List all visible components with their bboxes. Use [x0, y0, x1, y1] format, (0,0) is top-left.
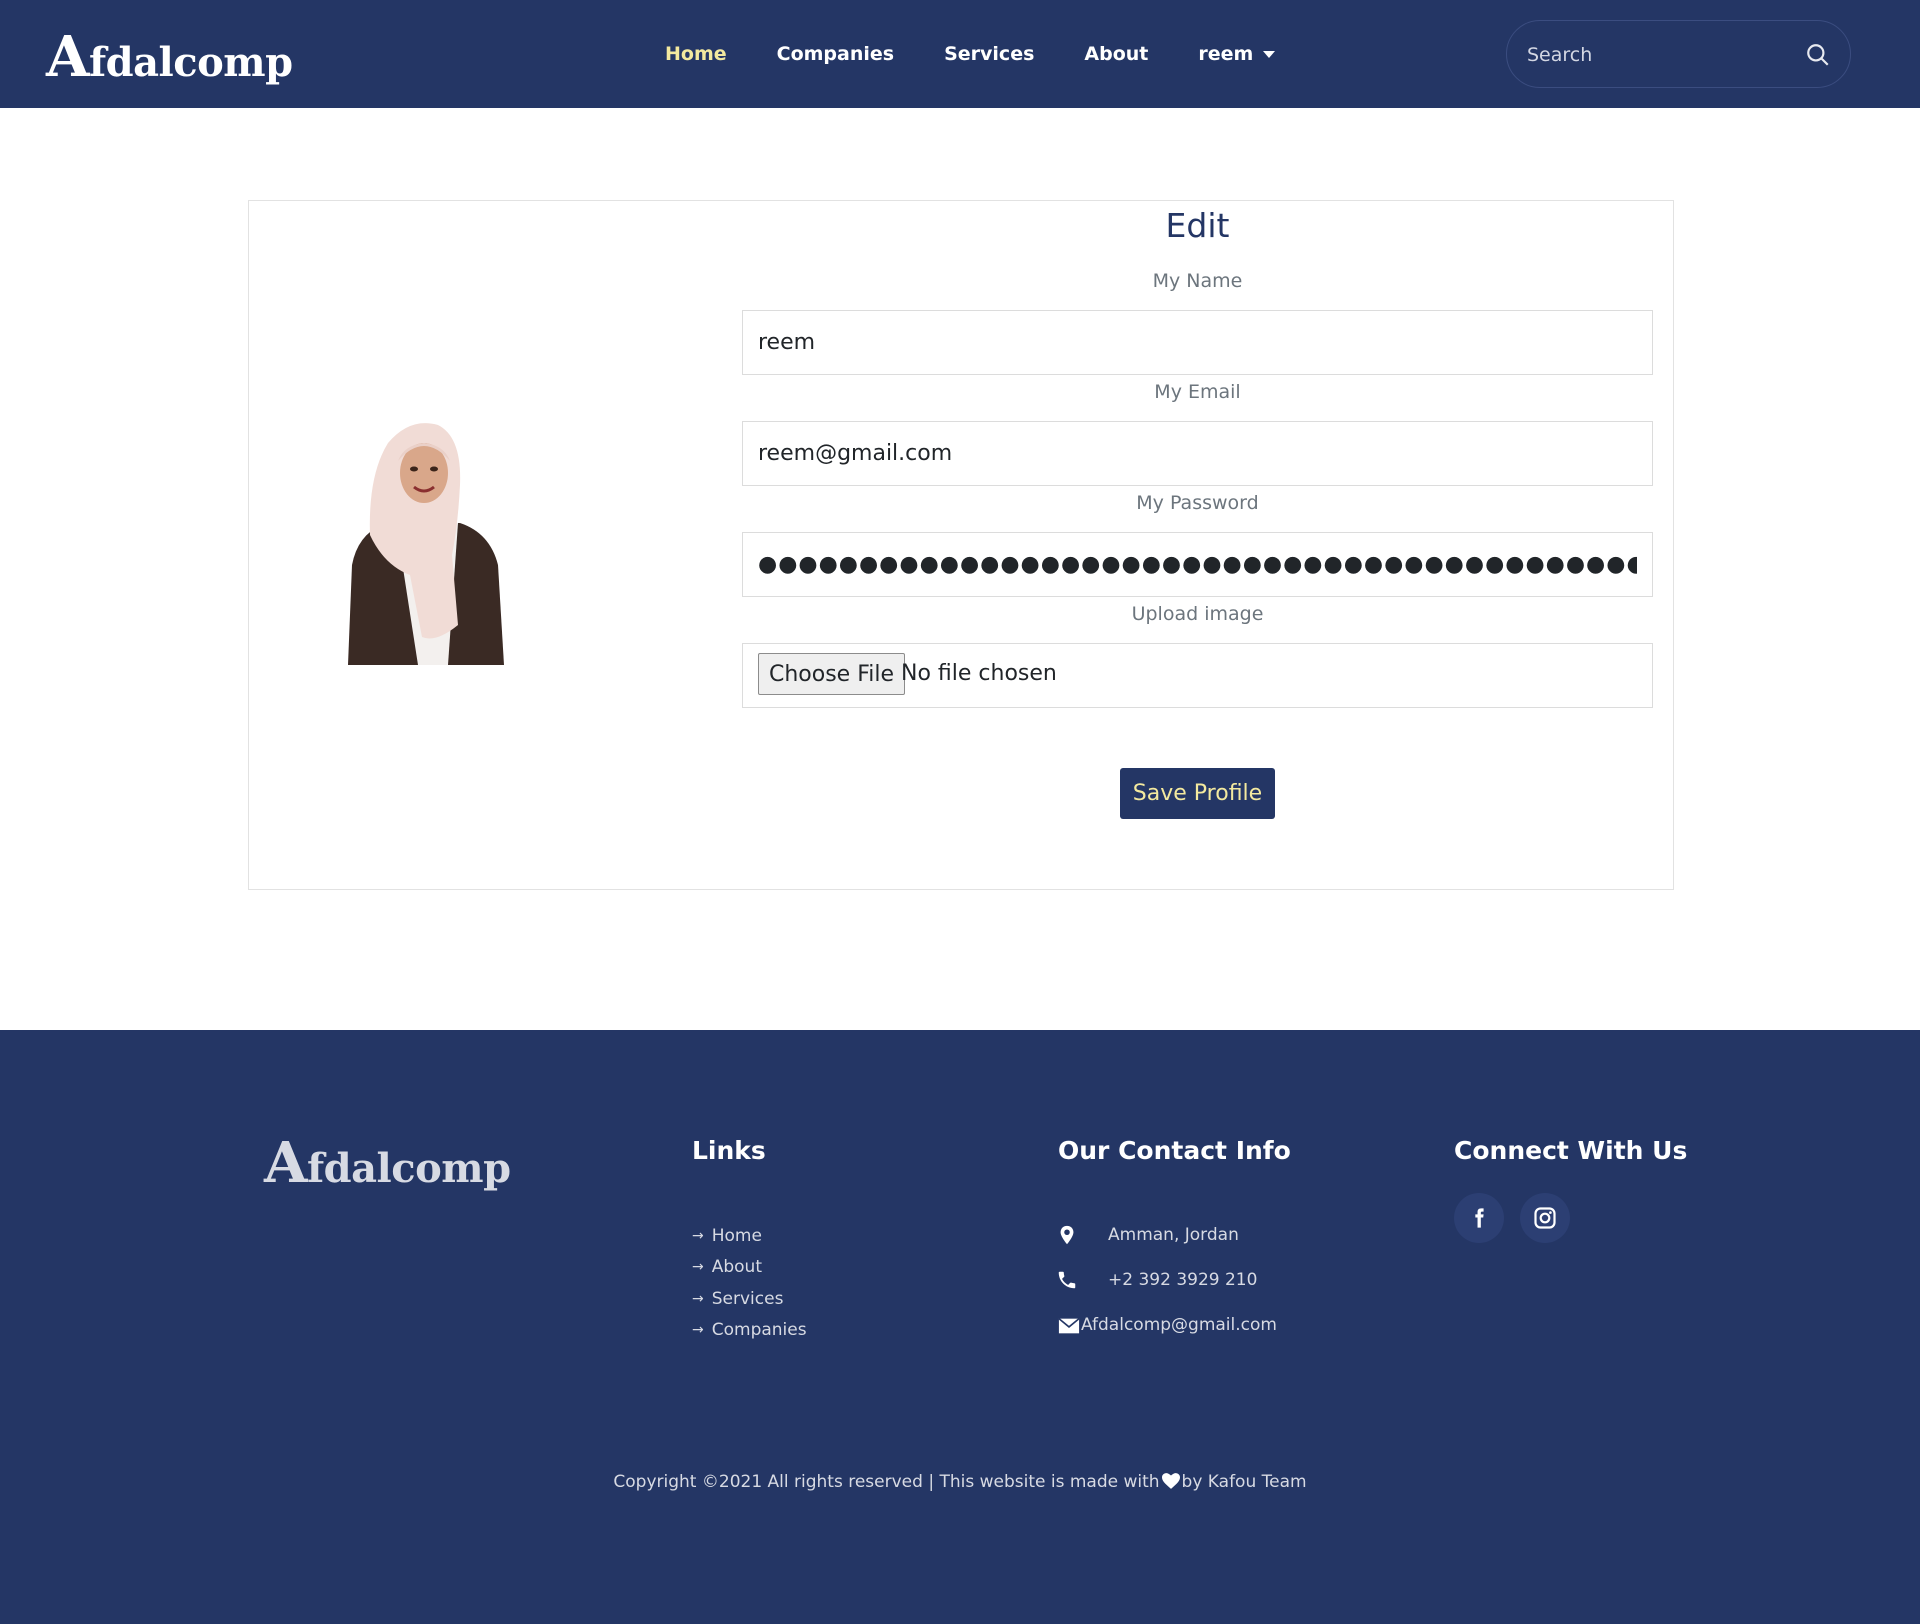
form-title: Edit [1165, 206, 1230, 245]
password-label: My Password [1136, 492, 1259, 514]
connect-heading: Connect With Us [1454, 1136, 1688, 1165]
facebook-icon [1475, 1208, 1484, 1228]
footer-link-home[interactable]: → Home [692, 1226, 762, 1246]
upload-image-field: Choose File No file chosen [742, 643, 1653, 708]
contact-phone: +2 392 3929 210 [1108, 1270, 1258, 1290]
instagram-icon [1534, 1207, 1556, 1229]
nav-home[interactable]: Home [665, 43, 727, 65]
contact-heading: Our Contact Info [1058, 1136, 1291, 1165]
search-icon[interactable] [1805, 42, 1831, 68]
heart-icon [1161, 1473, 1180, 1489]
nav-about[interactable]: About [1084, 43, 1148, 65]
search-box [1506, 20, 1851, 88]
footer-logo: Afdalcomp [264, 1130, 511, 1196]
phone-icon [1058, 1271, 1076, 1289]
nav-services[interactable]: Services [944, 43, 1034, 65]
choose-file-button[interactable]: Choose File [758, 653, 906, 695]
instagram-button[interactable] [1520, 1193, 1570, 1243]
facebook-button[interactable] [1454, 1193, 1504, 1243]
upload-label: Upload image [1131, 603, 1264, 625]
footer [0, 1030, 1920, 1624]
links-heading: Links [692, 1136, 766, 1165]
footer-link-about[interactable]: → About [692, 1257, 762, 1277]
search-input[interactable] [1527, 39, 1797, 71]
name-field[interactable] [742, 310, 1653, 375]
arrow-right-icon: → [692, 1291, 704, 1307]
save-profile-button[interactable]: Save Profile [1120, 768, 1275, 819]
file-status: No file chosen [901, 661, 1057, 686]
name-label: My Name [1152, 270, 1243, 292]
contact-email[interactable]: Afdalcomp@gmail.com [1081, 1315, 1277, 1335]
nav-links: Home Companies Services About reem [640, 0, 1300, 108]
profile-photo [348, 423, 504, 665]
arrow-right-icon: → [692, 1228, 704, 1244]
email-label: My Email [1154, 381, 1241, 403]
envelope-icon [1058, 1318, 1080, 1334]
copyright: Copyright ©2021 All rights reserved | Th… [613, 1472, 1307, 1492]
nav-companies[interactable]: Companies [777, 43, 894, 65]
password-field[interactable] [742, 532, 1653, 597]
footer-link-services[interactable]: → Services [692, 1289, 783, 1309]
caret-down-icon [1263, 50, 1276, 58]
arrow-right-icon: → [692, 1322, 704, 1338]
footer-link-companies[interactable]: → Companies [692, 1320, 807, 1340]
contact-address: Amman, Jordan [1108, 1225, 1239, 1245]
email-field[interactable] [742, 421, 1653, 486]
user-dropdown[interactable]: reem [1198, 43, 1276, 65]
user-name: reem [1198, 43, 1254, 65]
map-pin-icon [1060, 1225, 1074, 1245]
brand-logo[interactable]: Afdalcomp [46, 24, 293, 90]
top-navbar: Afdalcomp Home Companies Services About … [0, 0, 1920, 108]
arrow-right-icon: → [692, 1259, 704, 1275]
